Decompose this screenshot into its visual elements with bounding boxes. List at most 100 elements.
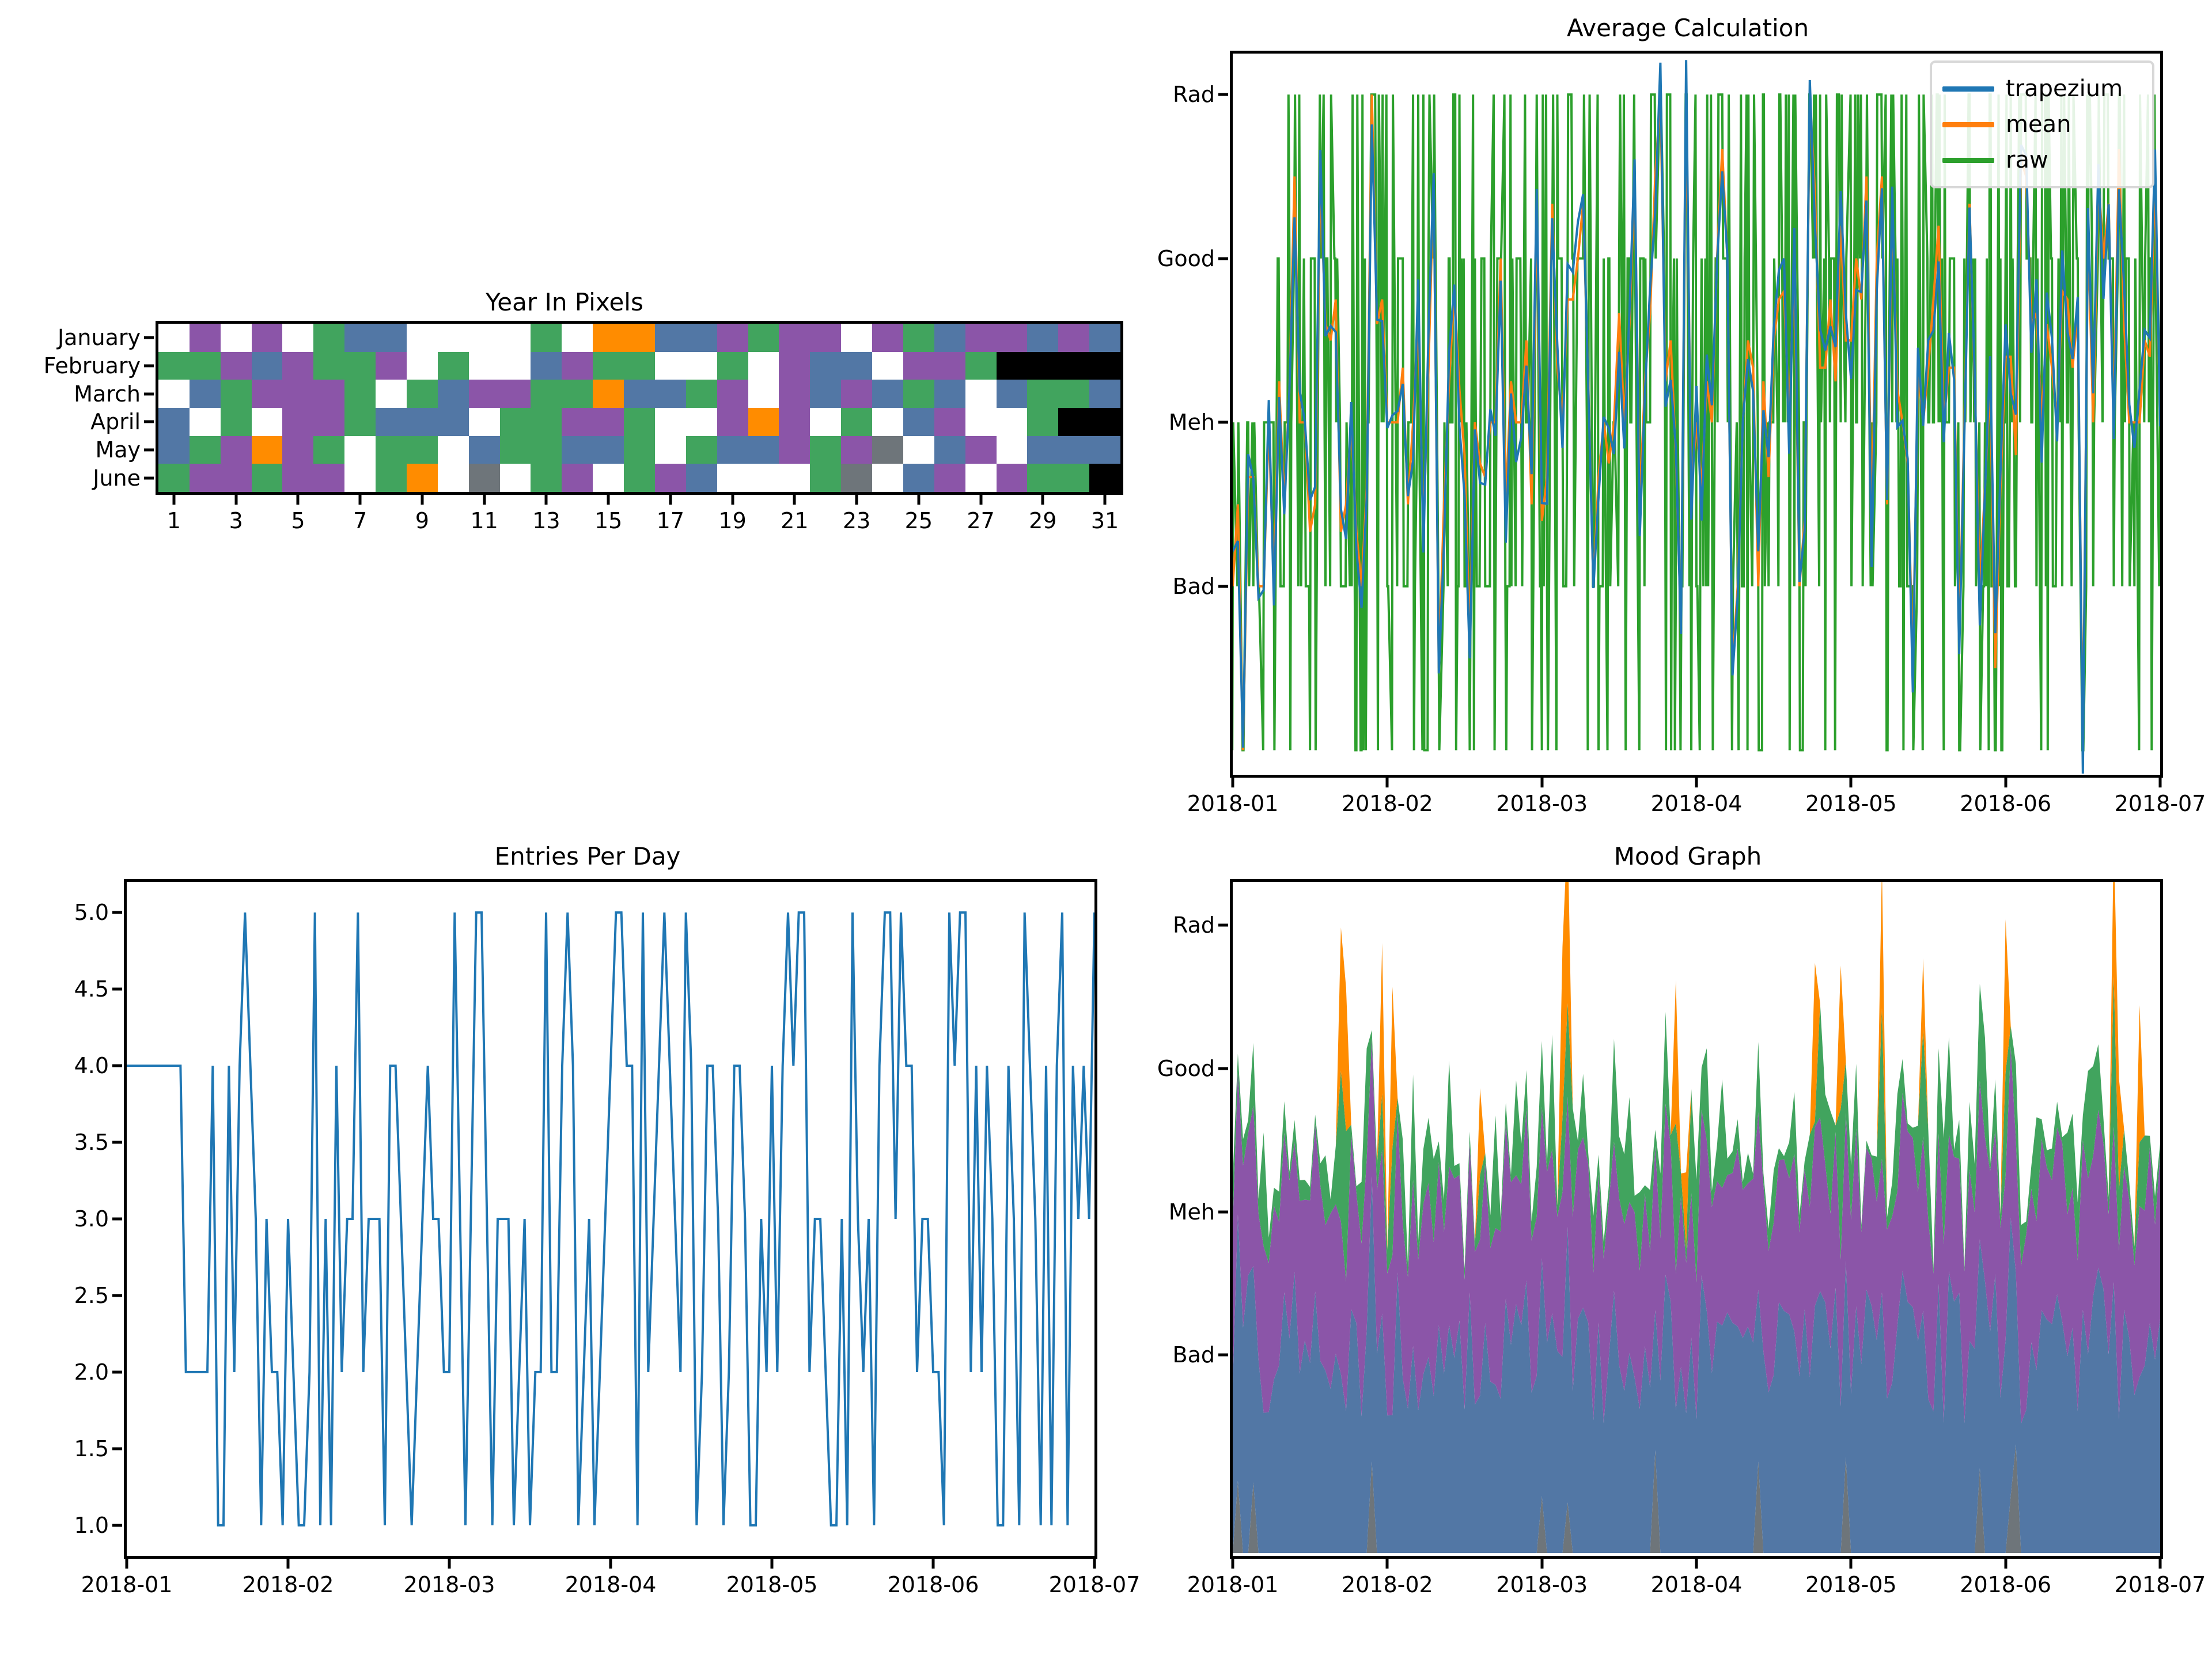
- heatmap-cell[interactable]: [437, 464, 469, 492]
- heatmap-cell[interactable]: [406, 435, 438, 464]
- heatmap-cell[interactable]: [220, 408, 252, 437]
- heatmap-cell[interactable]: [1058, 408, 1090, 437]
- heatmap-cell[interactable]: [872, 435, 904, 464]
- heatmap-cell[interactable]: [220, 324, 252, 353]
- heatmap-cell[interactable]: [779, 351, 810, 380]
- heatmap-cell[interactable]: [779, 324, 810, 353]
- heatmap-cell[interactable]: [654, 408, 687, 437]
- heatmap-cell[interactable]: [717, 408, 749, 437]
- heatmap-cell[interactable]: [406, 380, 438, 408]
- heatmap-cell[interactable]: [189, 464, 221, 492]
- heatmap-cell[interactable]: [593, 464, 624, 492]
- heatmap-cell[interactable]: [468, 464, 501, 492]
- heatmap-cell[interactable]: [376, 435, 407, 464]
- heatmap-cell[interactable]: [158, 351, 190, 380]
- heatmap-cell[interactable]: [282, 408, 314, 437]
- heatmap-cell[interactable]: [1058, 464, 1090, 492]
- heatmap-cell[interactable]: [934, 351, 966, 380]
- heatmap-cell[interactable]: [313, 408, 345, 437]
- heatmap-cell[interactable]: [499, 380, 532, 408]
- heatmap-cell[interactable]: [562, 435, 593, 464]
- heatmap-cell[interactable]: [406, 464, 438, 492]
- heatmap-cell[interactable]: [562, 324, 593, 353]
- heatmap-cell[interactable]: [562, 380, 593, 408]
- heatmap-cell[interactable]: [934, 435, 966, 464]
- heatmap-cell[interactable]: [965, 324, 997, 353]
- heatmap-cell[interactable]: [717, 464, 749, 492]
- heatmap-cell[interactable]: [685, 351, 718, 380]
- heatmap-cell[interactable]: [685, 408, 718, 437]
- heatmap-cell[interactable]: [593, 435, 624, 464]
- heatmap-cell[interactable]: [779, 408, 810, 437]
- heatmap-cell[interactable]: [748, 464, 780, 492]
- heatmap-cell[interactable]: [531, 464, 562, 492]
- heatmap-cell[interactable]: [841, 324, 873, 353]
- heatmap-cell[interactable]: [685, 324, 718, 353]
- heatmap-cell[interactable]: [468, 408, 501, 437]
- heatmap-cell[interactable]: [251, 380, 283, 408]
- heatmap-cell[interactable]: [376, 408, 407, 437]
- heatmap-cell[interactable]: [841, 408, 873, 437]
- heatmap-cell[interactable]: [313, 324, 345, 353]
- heatmap-cell[interactable]: [1027, 324, 1059, 353]
- heatmap-cell[interactable]: [158, 408, 190, 437]
- heatmap-cell[interactable]: [282, 324, 314, 353]
- heatmap-cell[interactable]: [158, 324, 190, 353]
- heatmap-cell[interactable]: [220, 464, 252, 492]
- heatmap-cell[interactable]: [593, 351, 624, 380]
- heatmap-cell[interactable]: [996, 351, 1028, 380]
- heatmap-cell[interactable]: [903, 464, 935, 492]
- heatmap-cell[interactable]: [965, 380, 997, 408]
- heatmap-cell[interactable]: [965, 464, 997, 492]
- heatmap-cell[interactable]: [779, 435, 810, 464]
- heatmap-cell[interactable]: [624, 351, 656, 380]
- heatmap-cell[interactable]: [903, 435, 935, 464]
- heatmap-cell[interactable]: [220, 380, 252, 408]
- heatmap-cell[interactable]: [934, 324, 966, 353]
- heatmap-cell[interactable]: [654, 380, 687, 408]
- heatmap-cell[interactable]: [748, 351, 780, 380]
- heatmap-cell[interactable]: [872, 324, 904, 353]
- heatmap-cell[interactable]: [1058, 351, 1090, 380]
- heatmap-cell[interactable]: [158, 380, 190, 408]
- heatmap-cell[interactable]: [158, 435, 190, 464]
- heatmap-cell[interactable]: [934, 380, 966, 408]
- heatmap-cell[interactable]: [468, 380, 501, 408]
- heatmap-cell[interactable]: [996, 435, 1028, 464]
- heatmap-cell[interactable]: [189, 351, 221, 380]
- heatmap-cell[interactable]: [810, 408, 842, 437]
- heatmap-cell[interactable]: [965, 408, 997, 437]
- heatmap-cell[interactable]: [624, 435, 656, 464]
- heatmap-cell[interactable]: [499, 408, 532, 437]
- heatmap-cell[interactable]: [437, 408, 469, 437]
- heatmap-cell[interactable]: [996, 408, 1028, 437]
- heatmap-cell[interactable]: [251, 464, 283, 492]
- heatmap-cell[interactable]: [282, 380, 314, 408]
- heatmap-cell[interactable]: [996, 464, 1028, 492]
- heatmap-cell[interactable]: [779, 380, 810, 408]
- heatmap-cell[interactable]: [717, 380, 749, 408]
- heatmap-cell[interactable]: [282, 435, 314, 464]
- heatmap-cell[interactable]: [810, 435, 842, 464]
- heatmap-cell[interactable]: [562, 351, 593, 380]
- heatmap-cell[interactable]: [593, 380, 624, 408]
- heatmap-cell[interactable]: [841, 464, 873, 492]
- heatmap-cell[interactable]: [685, 464, 718, 492]
- heatmap-cell[interactable]: [251, 324, 283, 353]
- heatmap-cell[interactable]: [499, 435, 532, 464]
- heatmap-cell[interactable]: [965, 435, 997, 464]
- heatmap-cell[interactable]: [531, 380, 562, 408]
- heatmap-cell[interactable]: [872, 464, 904, 492]
- heatmap-cell[interactable]: [1027, 351, 1059, 380]
- heatmap-cell[interactable]: [841, 435, 873, 464]
- heatmap-cell[interactable]: [685, 380, 718, 408]
- heatmap-cell[interactable]: [748, 324, 780, 353]
- heatmap-cell[interactable]: [189, 380, 221, 408]
- heatmap-cell[interactable]: [717, 351, 749, 380]
- heatmap-cell[interactable]: [717, 435, 749, 464]
- heatmap-cell[interactable]: [437, 380, 469, 408]
- heatmap-cell[interactable]: [685, 435, 718, 464]
- heatmap-cell[interactable]: [872, 380, 904, 408]
- heatmap-cell[interactable]: [872, 351, 904, 380]
- heatmap-cell[interactable]: [624, 380, 656, 408]
